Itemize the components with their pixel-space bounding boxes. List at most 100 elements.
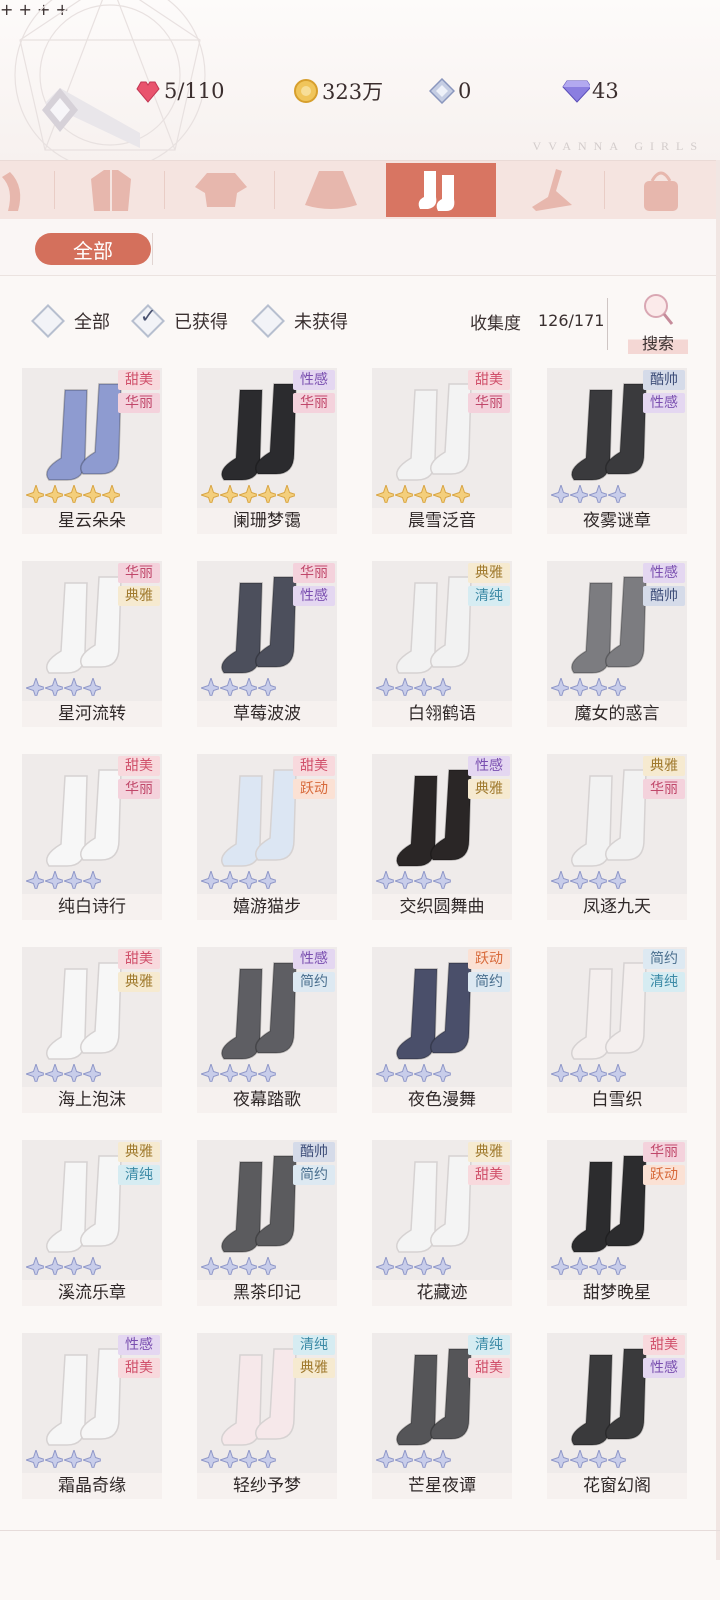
tab-divider (604, 171, 605, 209)
star-icon (26, 1257, 44, 1275)
style-tag: 跃动 (293, 779, 335, 799)
sub-tab-bar: 全部 (0, 219, 720, 276)
tab-coat[interactable] (56, 163, 166, 217)
rarity-stars (201, 1450, 277, 1470)
item-card[interactable]: 甜美 华丽 晨雪泛音 (372, 368, 512, 540)
item-card[interactable]: 甜美 华丽 纯白诗行 (22, 754, 162, 926)
item-card[interactable]: 清纯 甜美 芒星夜谭 (372, 1333, 512, 1505)
crystal-icon (428, 77, 456, 105)
item-card[interactable]: 性感 华丽 阑珊梦霭 (197, 368, 337, 540)
style-tag: 简约 (293, 1165, 335, 1185)
tab-skirt[interactable] (276, 163, 386, 217)
tab-shoes[interactable] (496, 163, 606, 217)
star-icon (570, 485, 588, 503)
star-icon (376, 871, 394, 889)
style-tag: 甜美 (468, 1165, 510, 1185)
item-card[interactable]: 典雅 清纯 溪流乐章 (22, 1140, 162, 1312)
diamond-radio-icon (251, 304, 285, 338)
search-label: 搜索 (628, 330, 688, 354)
filter-all[interactable]: 全部 (31, 304, 110, 338)
item-card[interactable]: 简约 清纯 白雪织 (547, 947, 687, 1119)
filter-not-owned[interactable]: 未获得 (251, 304, 348, 338)
filter-owned[interactable]: ✓ 已获得 (131, 304, 228, 338)
tab-socks[interactable] (386, 163, 496, 217)
star-icon (45, 678, 63, 696)
star-icon (376, 1450, 394, 1468)
back-button[interactable] (30, 88, 140, 148)
star-icon (376, 1064, 394, 1082)
star-icon (239, 678, 257, 696)
item-card[interactable]: 华丽 跃动 甜梦晚星 (547, 1140, 687, 1312)
style-tag: 典雅 (468, 1142, 510, 1162)
rarity-stars (551, 1257, 627, 1277)
style-tag: 甜美 (118, 370, 160, 390)
item-card[interactable]: 性感 酷帅 魔女的惑言 (547, 561, 687, 733)
crystal-resource: 0 (428, 74, 471, 108)
star-icon (83, 871, 101, 889)
star-icon (433, 1450, 451, 1468)
item-card[interactable]: 典雅 华丽 凤逐九天 (547, 754, 687, 926)
item-card[interactable]: 甜美 典雅 海上泡沫 (22, 947, 162, 1119)
star-icon (258, 1450, 276, 1468)
star-icon (83, 1450, 101, 1468)
star-icon (433, 871, 451, 889)
tab-hair[interactable] (0, 163, 55, 217)
item-card[interactable]: 华丽 性感 草莓波波 (197, 561, 337, 733)
star-icon (239, 871, 257, 889)
star-icon (608, 1257, 626, 1275)
sub-tab-all[interactable]: 全部 (35, 233, 151, 265)
star-icon (277, 485, 295, 503)
rarity-stars (201, 1257, 277, 1277)
item-name: 夜幕踏歌 (197, 1087, 337, 1113)
star-icon (64, 871, 82, 889)
item-card[interactable]: 清纯 典雅 轻纱予梦 (197, 1333, 337, 1505)
star-icon (395, 678, 413, 696)
item-card[interactable]: 典雅 甜美 花藏迹 (372, 1140, 512, 1312)
style-tag: 甜美 (118, 949, 160, 969)
style-tag: 华丽 (643, 779, 685, 799)
star-icon (26, 871, 44, 889)
search-button[interactable]: 搜索 (628, 292, 688, 356)
star-icon (608, 485, 626, 503)
star-icon (376, 1257, 394, 1275)
item-card[interactable]: 甜美 华丽 星云朵朵 (22, 368, 162, 540)
tab-bag[interactable] (606, 163, 716, 217)
item-name: 纯白诗行 (22, 894, 162, 920)
star-icon (433, 678, 451, 696)
item-name: 晨雪泛音 (372, 508, 512, 534)
style-tag: 华丽 (118, 563, 160, 583)
item-name: 草莓波波 (197, 701, 337, 727)
style-tag: 甜美 (118, 756, 160, 776)
star-icon (45, 1257, 63, 1275)
style-tag: 简约 (643, 949, 685, 969)
item-name: 黑茶印记 (197, 1280, 337, 1306)
star-icon (589, 871, 607, 889)
tab-top[interactable] (166, 163, 276, 217)
star-icon (220, 1450, 238, 1468)
star-icon (220, 1257, 238, 1275)
star-icon (414, 871, 432, 889)
star-icon (414, 678, 432, 696)
item-card[interactable]: 酷帅 性感 夜雾谜章 (547, 368, 687, 540)
item-card[interactable]: 性感 简约 夜幕踏歌 (197, 947, 337, 1119)
star-icon (608, 678, 626, 696)
filter-not-owned-label: 未获得 (294, 312, 348, 333)
item-name: 交织圆舞曲 (372, 894, 512, 920)
item-card[interactable]: 甜美 跃动 嬉游猫步 (197, 754, 337, 926)
rarity-stars (376, 1064, 452, 1084)
item-card[interactable]: 酷帅 简约 黑茶印记 (197, 1140, 337, 1312)
star-icon (589, 1257, 607, 1275)
style-tag: 清纯 (293, 1335, 335, 1355)
diamond-radio-checked-icon: ✓ (131, 304, 165, 338)
star-icon (414, 1450, 432, 1468)
item-card[interactable]: 跃动 简约 夜色漫舞 (372, 947, 512, 1119)
item-name: 海上泡沫 (22, 1087, 162, 1113)
star-icon (220, 1064, 238, 1082)
item-card[interactable]: 性感 典雅 交织圆舞曲 (372, 754, 512, 926)
item-card[interactable]: 华丽 典雅 星河流转 (22, 561, 162, 733)
item-card[interactable]: 性感 甜美 霜晶奇缘 (22, 1333, 162, 1505)
scroll-track (716, 160, 720, 1560)
star-icon (83, 485, 101, 503)
item-card[interactable]: 甜美 性感 花窗幻阁 (547, 1333, 687, 1505)
item-card[interactable]: 典雅 清纯 白翎鹤语 (372, 561, 512, 733)
